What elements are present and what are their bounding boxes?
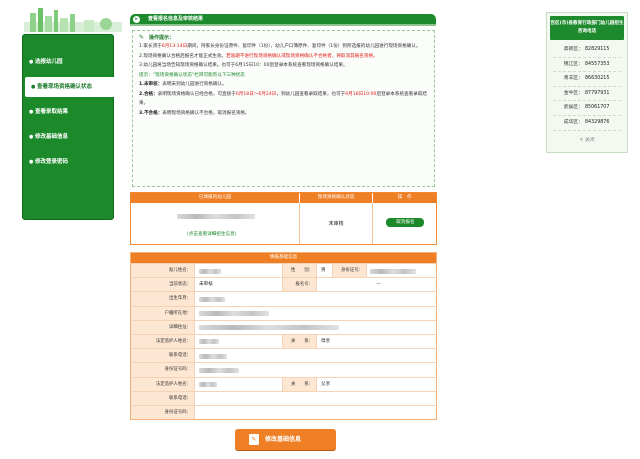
page-title-bar: ▸ 查看报名信息及审核结果 [130, 14, 436, 26]
sidebar-item-select-kindergarten[interactable]: ● 选报幼儿园 [23, 52, 113, 72]
bullet-icon: ● [29, 109, 34, 115]
sidebar-nav: ● 选报幼儿园 ● 查看现场资格确认状态 ● 查看录取结果 ● 修改基础信息 ●… [22, 34, 119, 220]
column-header: 现场资格确认状态 [300, 193, 374, 203]
bullet-icon: ● [29, 59, 34, 65]
column-header: 已填报的幼儿园 [131, 193, 300, 203]
bullet-icon: ● [29, 134, 34, 140]
notice-p3: 3.幼儿园将当场告知现场资格确认结果。也可于6月15日10：00后登录本系统查看… [139, 63, 348, 68]
table-row: 法定监护人姓名： 关 系： 父亲 [131, 376, 436, 391]
table-row: 法定监护人姓名： 关 系： 母亲 [131, 333, 436, 349]
list-item: 锦江区： 84557353 [553, 58, 621, 73]
list-item: 金牛区： 87797931 [553, 87, 621, 102]
sidebar-item-change-password[interactable]: ● 修改登录密码 [23, 152, 113, 172]
sidebar-item-label: 查看现场资格确认状态 [37, 84, 93, 90]
list-item: 高新区： 82829115 [553, 43, 621, 58]
edit-document-icon: ✎ [249, 434, 259, 445]
notice-p2: 2.现场资格确认合格后报名才能正式生效。若逾期不进行现场资格确认或现场资格确认不… [139, 53, 378, 59]
table-row: 幼儿姓名： 性 别： 男 身份证号： [131, 263, 436, 278]
modify-basic-info-button[interactable]: ✎ 修改基础信息 [235, 429, 336, 450]
arrow-right-icon: ▸ [133, 15, 140, 23]
list-item: 青羊区： 86630215 [553, 72, 621, 87]
guardian2-name-value [195, 377, 283, 391]
sidebar-item-qualification-status[interactable]: ● 查看现场资格确认状态 [25, 77, 119, 97]
table-row: 身份证号码： [131, 362, 436, 377]
address-value [195, 321, 436, 334]
notice-hint: 提示：“现场资格确认状态”栏目可能有以下三种状态 [139, 72, 245, 78]
child-id-value [367, 264, 436, 277]
sidebar-item-admission-result[interactable]: ● 查看录取结果 [23, 102, 113, 122]
cancel-registration-button[interactable]: 取消报名 [386, 218, 425, 227]
close-hotline-button[interactable]: ✕ 关闭 [547, 136, 627, 143]
sidebar-item-label: 查看录取结果 [35, 109, 69, 115]
hotline-title: 告区(市)县教育行政部门幼儿园招生咨询电话 [550, 16, 624, 40]
guardian2-id-value [195, 406, 436, 419]
list-item: 成华区： 84329876 [553, 116, 621, 131]
guardian1-relation-value: 母亲 [321, 338, 331, 344]
notice-state-2: 2.合格：表明现场资格确认已经合格，可直接于6月18日～6月24日，到幼儿园查看… [139, 91, 428, 107]
registration-number-value: — [376, 282, 381, 288]
gender-value: 男 [317, 264, 333, 278]
notice-state-3: 3.不合格：表明现场资格确认不合格，取消报名资格。 [139, 110, 250, 116]
table-row: 联系电话： [131, 348, 436, 363]
table-row: 当前状态： 未审核 报名号： — [131, 277, 436, 292]
qualification-status: 未审核 [328, 221, 344, 227]
sidebar-item-label: 选报幼儿园 [35, 59, 63, 65]
table-header: 已填报的幼儿园 现场资格确认状态 操 作 [131, 193, 436, 203]
table-row: (点击查看详细招生信息) 未审核 取消报名 [131, 203, 436, 244]
sidebar-item-edit-basic-info[interactable]: ● 修改基础信息 [23, 127, 113, 147]
column-header: 操 作 [397, 195, 412, 200]
notice-state-1: 1.未审核：表明未到幼儿园进行资格确认。 [139, 82, 227, 87]
notice-p1: 1.家长须于6月13-14日期间，持家长身份证原件、复印件（1份），幼儿户口簿原… [139, 44, 421, 49]
guardian1-phone-value [195, 349, 436, 362]
guardian1-name-value [195, 334, 283, 349]
guardian2-relation-value: 父亲 [321, 381, 331, 387]
operation-notice: ✎ 操作提示： 1.家长须于6月13-14日期间，持家长身份证原件、复印件（1份… [132, 30, 435, 187]
modify-button-label: 修改基础信息 [265, 436, 302, 443]
basic-info-table: 填报基础信息 幼儿姓名： 性 别： 男 身份证号： 当前状态： 未审核 报名号：… [130, 252, 437, 420]
child-name-value [195, 264, 283, 278]
sidebar-item-label: 修改基础信息 [35, 134, 69, 140]
sidebar-item-label: 修改登录密码 [35, 159, 69, 165]
guardian2-phone-value [195, 392, 436, 405]
detail-info-link[interactable]: (点击查看详细招生信息) [187, 231, 237, 237]
notice-title: 操作提示： [149, 35, 175, 41]
bullet-icon: ● [29, 159, 34, 165]
pencil-icon: ✎ [139, 34, 145, 41]
birth-date-value [195, 292, 436, 305]
application-summary-table: 已填报的幼儿园 现场资格确认状态 操 作 (点击查看详细招生信息) 未审核 取消… [130, 192, 437, 245]
current-status-value: 未审核 [195, 278, 283, 292]
guardian1-id-value [195, 363, 436, 376]
hukou-value [195, 307, 436, 320]
bullet-icon: ● [31, 84, 36, 90]
kindergarten-name-redacted [177, 214, 255, 219]
x-icon: ✕ [579, 137, 584, 143]
hotline-panel: 告区(市)县教育行政部门幼儿园招生咨询电话 高新区： 82829115 锦江区： 8… [546, 12, 628, 153]
city-skyline-logo [24, 8, 122, 32]
table-row: 出生年月： [131, 291, 436, 306]
page-title: 查看报名信息及审核结果 [148, 16, 204, 22]
table-row: 户籍所在地： [131, 305, 436, 320]
site-logo [24, 4, 122, 32]
list-item: 武侯区： 85061707 [553, 101, 621, 116]
table-row: 详细住址： [131, 319, 436, 334]
table-row: 联系电话： [131, 390, 436, 405]
table-row: 身份证号码： [131, 404, 436, 420]
basic-info-title: 填报基础信息 [131, 253, 436, 263]
